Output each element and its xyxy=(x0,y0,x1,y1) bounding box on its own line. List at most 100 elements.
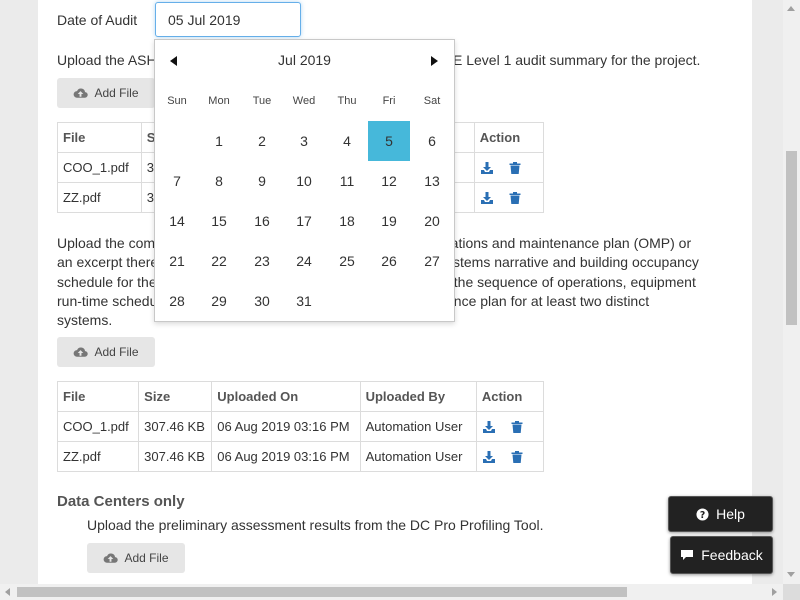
data-centers-text: Upload the preliminary assessment result… xyxy=(87,517,544,533)
col-uploaded-by: Uploaded By xyxy=(359,381,477,412)
calendar-day[interactable]: 6 xyxy=(411,121,453,161)
uploaded-on: 06 Aug 2019 03:16 PM xyxy=(211,441,361,472)
datepicker-popup: Jul 2019 Sun Mon Tue Wed Thu Fri Sat 1 2 3 4 5 6 7 8 9 1… xyxy=(154,39,455,322)
weekday-header: Thu xyxy=(337,95,357,107)
comment-icon xyxy=(681,550,694,560)
uploaded-by: Automation User xyxy=(359,441,477,472)
scroll-left-icon[interactable] xyxy=(5,588,10,596)
col-file: File xyxy=(56,381,140,412)
calendar-day[interactable]: 25 xyxy=(326,241,368,281)
calendar-day[interactable]: 27 xyxy=(411,241,453,281)
add-file-label: Add File xyxy=(94,86,139,100)
col-action: Action xyxy=(475,381,545,412)
calendar-day[interactable]: 17 xyxy=(283,201,325,241)
file-size: 307.46 KB xyxy=(138,411,213,442)
vertical-scroll-thumb[interactable] xyxy=(786,151,797,325)
calendar-day[interactable]: 24 xyxy=(283,241,325,281)
col-size: Size xyxy=(138,381,213,412)
scrollbar-corner xyxy=(783,584,800,600)
horizontal-scroll-thumb[interactable] xyxy=(17,587,627,597)
text-line: ance plan for at least two distinct xyxy=(446,292,650,309)
calendar-day[interactable]: 16 xyxy=(241,201,283,241)
calendar-day[interactable]: 29 xyxy=(198,281,240,321)
calendar-day[interactable]: 21 xyxy=(156,241,198,281)
text-line: an excerpt there xyxy=(57,254,159,271)
calendar-day[interactable]: 3 xyxy=(283,121,325,161)
trash-icon[interactable] xyxy=(508,191,522,205)
file-name: COO_1.pdf xyxy=(56,411,140,442)
text-line: rations and maintenance plan (OMP) or xyxy=(446,235,692,251)
calendar-day[interactable]: 18 xyxy=(326,201,368,241)
scroll-right-icon[interactable] xyxy=(772,588,777,596)
trash-icon[interactable] xyxy=(510,450,524,464)
scroll-down-icon[interactable] xyxy=(787,572,795,577)
actions xyxy=(475,441,545,472)
datepicker-month-label[interactable]: Jul 2019 xyxy=(155,52,454,68)
question-circle-icon: ? xyxy=(696,507,709,521)
text-line: Upload the com xyxy=(57,235,156,251)
col-uploaded-on: Uploaded On xyxy=(211,381,361,412)
download-icon[interactable] xyxy=(482,420,496,434)
trash-icon[interactable] xyxy=(508,161,522,175)
add-file-button-1[interactable]: Add File xyxy=(57,78,155,108)
calendar-day[interactable]: 23 xyxy=(241,241,283,281)
download-icon[interactable] xyxy=(480,191,494,205)
text-line: systems. xyxy=(57,312,113,329)
calendar-day[interactable]: 15 xyxy=(198,201,240,241)
add-file-button-3[interactable]: Add File xyxy=(87,543,185,573)
actions xyxy=(475,411,545,442)
actions xyxy=(473,152,545,183)
calendar-day[interactable]: 22 xyxy=(198,241,240,281)
calendar-day[interactable]: 9 xyxy=(241,161,283,201)
cloud-upload-icon xyxy=(74,88,89,98)
date-of-audit-label: Date of Audit xyxy=(57,12,138,28)
next-month-icon[interactable] xyxy=(427,54,441,68)
svg-text:?: ? xyxy=(700,510,705,521)
calendar-day[interactable]: 2 xyxy=(241,121,283,161)
calendar-day[interactable]: 26 xyxy=(368,241,410,281)
calendar-day[interactable]: 20 xyxy=(411,201,453,241)
cloud-upload-icon xyxy=(74,347,89,357)
col-action: Action xyxy=(473,122,545,153)
weekday-header: Fri xyxy=(382,95,396,107)
text-line: schedule for the xyxy=(57,273,157,290)
trash-icon[interactable] xyxy=(510,420,524,434)
download-icon[interactable] xyxy=(482,450,496,464)
upload-2-text-left: Upload the com an excerpt there schedule… xyxy=(57,234,158,330)
data-centers-heading: Data Centers only xyxy=(57,493,185,510)
actions xyxy=(473,182,545,213)
files-table-2: File Size Uploaded On Uploaded By Action… xyxy=(56,381,545,472)
add-file-button-2[interactable]: Add File xyxy=(57,337,155,367)
calendar-day[interactable]: 10 xyxy=(283,161,325,201)
weekday-header: Mon xyxy=(208,95,230,107)
calendar-day[interactable]: 28 xyxy=(156,281,198,321)
file-name: ZZ.pdf xyxy=(57,182,142,213)
help-button[interactable]: ? Help xyxy=(668,496,773,532)
file-size: 307.46 KB xyxy=(138,441,213,472)
uploaded-on: 06 Aug 2019 03:16 PM xyxy=(211,411,361,442)
calendar-day[interactable]: 13 xyxy=(411,161,453,201)
calendar-day[interactable]: 12 xyxy=(368,161,410,201)
upload-1-text-right: E Level 1 audit summary for the project. xyxy=(453,52,701,68)
calendar-day[interactable]: 19 xyxy=(368,201,410,241)
file-name: ZZ.pdf xyxy=(56,441,140,472)
selected-day[interactable]: 5 xyxy=(368,121,410,161)
calendar-day[interactable]: 4 xyxy=(326,121,368,161)
text-line: run-time schedu xyxy=(57,292,158,309)
cloud-upload-icon xyxy=(104,553,119,563)
weekday-header: Sat xyxy=(423,95,441,107)
uploaded-by: Automation User xyxy=(359,411,477,442)
calendar-day[interactable]: 7 xyxy=(156,161,198,201)
calendar-day[interactable]: 30 xyxy=(241,281,283,321)
calendar-day[interactable]: 11 xyxy=(326,161,368,201)
calendar-day[interactable]: 1 xyxy=(198,121,240,161)
file-name: COO_1.pdf xyxy=(57,152,142,183)
scroll-up-icon[interactable] xyxy=(787,6,795,11)
calendar-day[interactable]: 31 xyxy=(283,281,325,321)
calendar-day[interactable]: 8 xyxy=(198,161,240,201)
date-of-audit-input[interactable]: 05 Jul 2019 xyxy=(155,2,301,37)
calendar-day[interactable]: 14 xyxy=(156,201,198,241)
feedback-button[interactable]: Feedback xyxy=(670,536,773,574)
feedback-label: Feedback xyxy=(701,547,763,563)
download-icon[interactable] xyxy=(480,161,494,175)
